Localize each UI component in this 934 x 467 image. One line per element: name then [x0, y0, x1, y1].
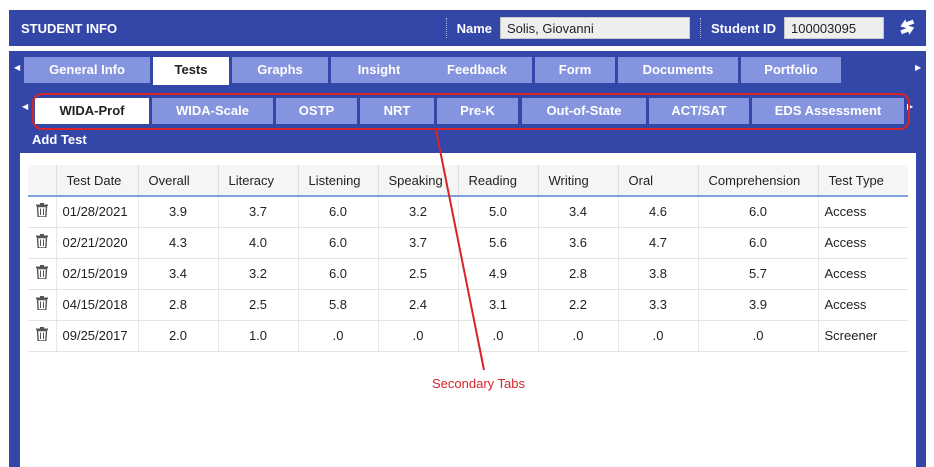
annotation-arrow	[435, 129, 485, 371]
annotation-label: Secondary Tabs	[432, 376, 525, 391]
